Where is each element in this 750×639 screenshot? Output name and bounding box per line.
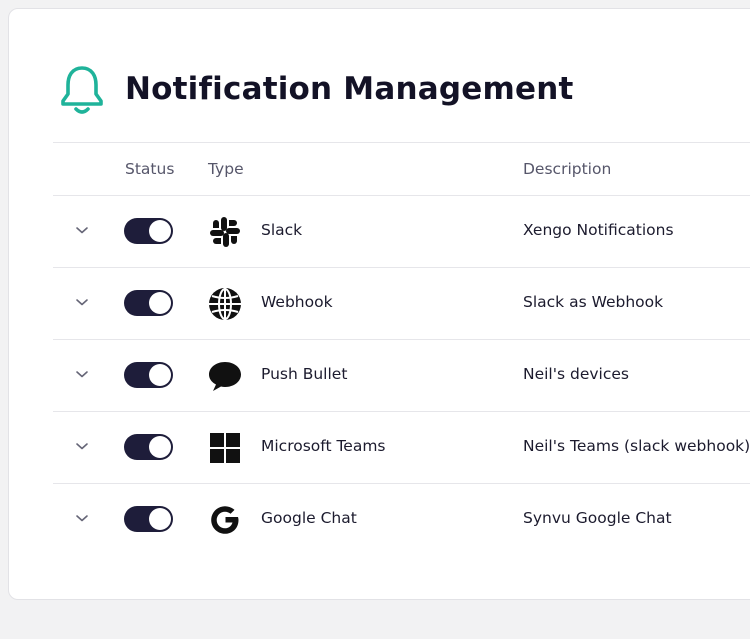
chevron-down-icon[interactable]: [75, 297, 89, 307]
type-label: Webhook: [261, 293, 333, 311]
type-label: Push Bullet: [261, 365, 348, 383]
table-row[interactable]: Microsoft Teams Neil's Teams (slack webh…: [53, 412, 750, 484]
description-text: Synvu Google Chat: [523, 509, 672, 527]
status-toggle[interactable]: [124, 434, 173, 460]
speech-bubble-icon: [209, 362, 241, 391]
description-text: Neil's Teams (slack webhook): [523, 437, 750, 455]
chevron-down-icon[interactable]: [75, 225, 89, 235]
table-row[interactable]: Webhook Slack as Webhook: [53, 268, 750, 340]
description-text: Xengo Notifications: [523, 221, 674, 239]
type-label: Google Chat: [261, 509, 357, 527]
globe-icon: [209, 288, 241, 320]
chevron-down-icon[interactable]: [75, 441, 89, 451]
notification-table: Status Type Description Slack Xengo Noti…: [53, 142, 750, 556]
description-text: Neil's devices: [523, 365, 629, 383]
windows-icon: [210, 433, 240, 463]
status-toggle[interactable]: [124, 290, 173, 316]
status-toggle[interactable]: [124, 362, 173, 388]
table-row[interactable]: Push Bullet Neil's devices: [53, 340, 750, 412]
table-header: Status Type Description: [53, 142, 750, 196]
google-icon: [211, 506, 239, 534]
bell-icon: [61, 66, 103, 114]
table-row[interactable]: Google Chat Synvu Google Chat: [53, 484, 750, 556]
status-toggle[interactable]: [124, 218, 173, 244]
page-header: Notification Management: [57, 61, 573, 117]
column-type: Type: [208, 160, 244, 178]
table-row[interactable]: Slack Xengo Notifications: [53, 196, 750, 268]
type-label: Slack: [261, 221, 303, 239]
type-label: Microsoft Teams: [261, 437, 386, 455]
page-title: Notification Management: [125, 71, 574, 107]
status-toggle[interactable]: [124, 506, 173, 532]
description-text: Slack as Webhook: [523, 293, 664, 311]
column-description: Description: [523, 160, 612, 178]
chevron-down-icon[interactable]: [75, 513, 89, 523]
slack-icon: [210, 217, 240, 247]
chevron-down-icon[interactable]: [75, 369, 89, 379]
column-status: Status: [125, 160, 175, 178]
notification-card: Notification Management Status Type Desc…: [8, 8, 750, 600]
